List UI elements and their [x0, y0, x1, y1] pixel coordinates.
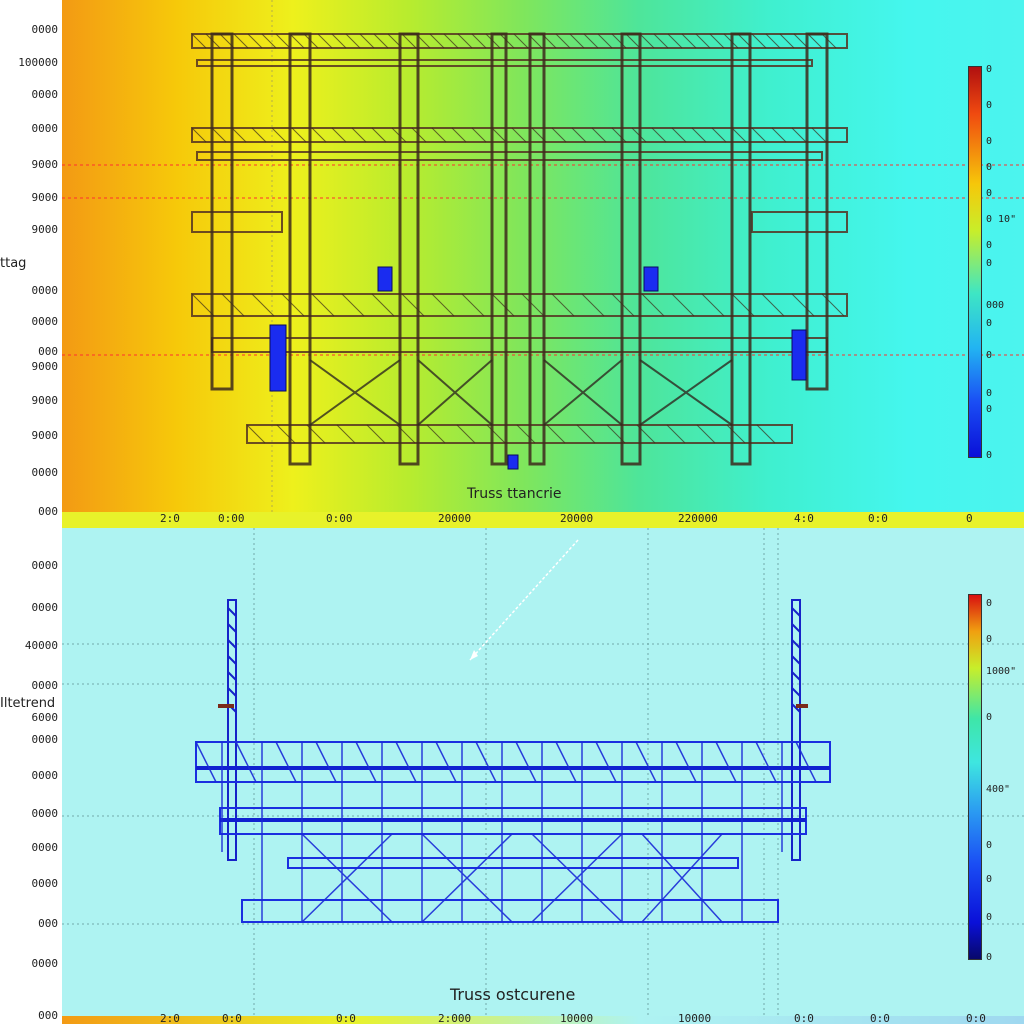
y-tick: 000	[38, 505, 58, 518]
y-tick: 0000	[31, 733, 59, 746]
y-tick: 0000	[31, 769, 59, 782]
cbar-tick: 0	[986, 350, 993, 361]
y-tick: 40000	[24, 639, 58, 652]
y-tick: 0000	[31, 122, 59, 135]
y-tick: 9000	[31, 158, 59, 171]
y-tick: 0000	[31, 807, 59, 820]
cbar-tick: 0	[986, 100, 993, 111]
bottom-truss-drawing	[62, 528, 1024, 1016]
cbar-tick: 0	[986, 64, 993, 75]
y-tick: 9000	[31, 191, 59, 204]
y-tick: 000	[38, 1009, 58, 1022]
cbar-tick: 0	[986, 136, 993, 147]
x-tick: 2:0	[160, 512, 180, 525]
y-tick: 0000	[31, 601, 59, 614]
top-x-axis: 2:0 0:00 0:00 20000 20000 220000 4:0 0:0…	[62, 512, 1024, 528]
top-truss-drawing	[62, 0, 1024, 512]
bottom-colorbar	[968, 594, 982, 960]
bottom-panel: Iltetrend 0000 0000 40000 0000 6000 0000…	[0, 528, 1024, 1025]
top-y-axis-label: ttag	[0, 256, 27, 271]
x-tick: 0:0	[794, 1012, 814, 1025]
cbar-tick: 0	[986, 598, 993, 609]
x-tick: 20000	[438, 512, 472, 525]
bottom-y-axis-label: Iltetrend	[0, 696, 56, 711]
bottom-plot-area	[62, 528, 1024, 1016]
cbar-tick: 0	[986, 450, 993, 461]
bottom-x-axis: 2:0 0:0 0:0 2:000 10000 10000 0:0 0:0 0:…	[62, 1012, 1024, 1025]
cbar-tick: 0	[986, 874, 993, 885]
x-tick: 2:000	[438, 1012, 472, 1025]
x-tick: 10000	[678, 1012, 712, 1025]
top-plot-area	[62, 0, 1024, 512]
x-tick: 0:0	[222, 1012, 242, 1025]
y-tick: 0000	[31, 88, 59, 101]
y-tick: 9000	[31, 223, 59, 236]
y-tick: 9000	[31, 394, 59, 407]
top-colorbar	[968, 66, 982, 458]
x-tick: 4:0	[794, 512, 814, 525]
y-tick: 0000	[31, 284, 59, 297]
cbar-tick: 0	[986, 240, 993, 251]
y-tick: 000	[38, 345, 58, 358]
y-tick: 9000	[31, 360, 59, 373]
top-panel: ttag 0000 100000 0000 0000 9000 9000 900…	[0, 0, 1024, 528]
x-tick: 0:0	[870, 1012, 890, 1025]
y-tick: 0000	[31, 315, 59, 328]
x-tick: 0:0	[966, 1012, 986, 1025]
y-tick: 6000	[31, 711, 59, 724]
cbar-tick: 0	[986, 952, 993, 963]
cbar-tick: 400"	[986, 784, 1011, 795]
cbar-tick: 0	[986, 318, 993, 329]
top-caption: Truss ttancrie	[467, 486, 562, 502]
cbar-tick: 0	[986, 840, 993, 851]
x-tick: 0:0	[868, 512, 888, 525]
cbar-tick: 0	[986, 162, 993, 173]
x-tick: 0	[966, 512, 973, 525]
x-tick: 10000	[560, 1012, 594, 1025]
bottom-caption: Truss ostcurene	[450, 985, 576, 1004]
cbar-tick: 0	[986, 712, 993, 723]
y-tick: 9000	[31, 429, 59, 442]
cbar-tick: 0	[986, 188, 993, 199]
x-tick: 2:0	[160, 1012, 180, 1025]
y-tick: 0000	[31, 841, 59, 854]
y-tick: 0000	[31, 877, 59, 890]
x-tick: 0:0	[336, 1012, 356, 1025]
y-tick: 0000	[31, 466, 59, 479]
cbar-tick: 0	[986, 634, 993, 645]
x-tick: 20000	[560, 512, 594, 525]
x-tick: 0:00	[326, 512, 353, 525]
x-tick: 220000	[678, 512, 718, 525]
y-tick: 0000	[31, 23, 59, 36]
cbar-tick: 0	[986, 388, 993, 399]
y-tick: 000	[38, 917, 58, 930]
cbar-tick: 0	[986, 404, 993, 415]
cbar-tick: 1000"	[986, 666, 1017, 677]
cbar-tick: 0	[986, 258, 993, 269]
x-tick: 0:00	[218, 512, 245, 525]
cbar-tick: 0 10"	[986, 214, 1017, 225]
y-tick: 0000	[31, 559, 59, 572]
y-tick: 100000	[18, 56, 58, 69]
cbar-tick: 000	[986, 300, 1005, 311]
y-tick: 0000	[31, 679, 59, 692]
y-tick: 0000	[31, 957, 59, 970]
cbar-tick: 0	[986, 912, 993, 923]
